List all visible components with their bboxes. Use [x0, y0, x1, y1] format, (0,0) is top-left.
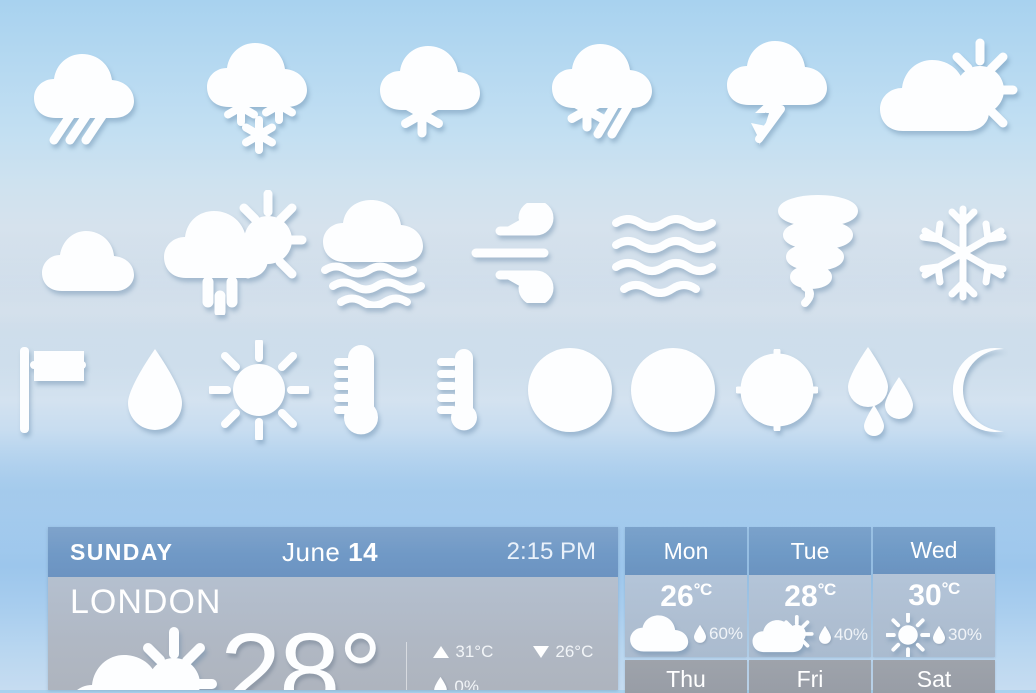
icon-row-3 [0, 325, 1036, 455]
forecast-temp-value-wed: 30 [908, 579, 942, 612]
cloud-light-snow-icon[interactable] [345, 10, 518, 180]
raindrops-icon[interactable] [829, 325, 933, 455]
forecast-cell-fri[interactable]: Fri [749, 660, 871, 693]
wind-icon[interactable] [455, 180, 600, 325]
forecast-cell-sat[interactable]: Sat [873, 660, 995, 693]
sun-icon [885, 613, 930, 657]
water-drop-icon [932, 625, 945, 644]
forecast-temp-mon: 26°C [625, 581, 747, 612]
water-drop-icon [434, 677, 448, 690]
forecast-pop-wed: 30% [947, 625, 983, 644]
current-temperature-value: 28 [220, 611, 340, 690]
forecast-day-mon: Mon [625, 527, 747, 575]
forecast-day-wed: Wed [873, 527, 995, 574]
forecast-temp-unit-wed: °C [941, 579, 961, 598]
current-low: 26°C [533, 642, 618, 662]
forecast-temp-unit-mon: °C [693, 580, 713, 599]
cloud-fog-icon[interactable] [310, 180, 455, 325]
forecast-bottom-tue: 40% [749, 614, 871, 656]
forecast-bottom-mon: 60% [625, 614, 747, 654]
thermometer-low-icon[interactable] [414, 325, 518, 455]
forecast-cell-mon[interactable]: Mon 26°C 60% [625, 527, 747, 657]
cloud-heavy-rain-icon[interactable] [0, 10, 173, 180]
forecast-temp-value-mon: 26 [660, 580, 694, 613]
water-drop-icon [818, 625, 831, 644]
current-date-month: June [281, 536, 341, 567]
wind-flag-icon[interactable] [0, 325, 104, 455]
current-body: 28° 31°C 26°C 0% [48, 618, 618, 690]
moon-icon[interactable] [932, 325, 1036, 455]
current-stats-row-precip: 0% [433, 676, 618, 690]
cloud-icon [630, 615, 689, 652]
forecast-cell-tue[interactable]: Tue 28°C 40% [749, 527, 871, 657]
current-low-label: 26°C [555, 642, 594, 662]
forecast-temp-unit-tue: °C [817, 580, 837, 599]
icon-row-2 [0, 180, 1036, 325]
cloud-sleet-icon[interactable] [518, 10, 691, 180]
current-stats-row-temps: 31°C 26°C [433, 642, 618, 662]
cloud-lightning-icon[interactable] [691, 10, 864, 180]
current-high: 31°C [433, 642, 525, 662]
current-precip: 0% [433, 676, 525, 690]
cloud-drizzle-sun-icon[interactable] [160, 180, 310, 325]
weather-icon-grid [0, 0, 1036, 455]
water-drop-icon[interactable] [104, 325, 208, 455]
forecast-pop-mon: 60% [708, 624, 744, 643]
current-conditions-panel: SUNDAY June 14 2:15 PM LONDON 28° 31°C 2… [48, 527, 618, 690]
forecast-day-tue: Tue [749, 527, 871, 575]
forecast-temp-tue: 28°C [749, 581, 871, 612]
icon-row-1 [0, 0, 1036, 180]
forecast-day-thu: Thu [666, 666, 706, 692]
triangle-up-icon [433, 646, 450, 659]
forecast-grid: Mon 26°C 60% Tue 28°C 40% Wed 30°C 30% T… [625, 527, 995, 693]
cloud-sun-icon[interactable] [863, 10, 1036, 180]
fog-icon[interactable] [600, 180, 745, 325]
forecast-cell-wed[interactable]: Wed 30°C 30% [873, 527, 995, 657]
weather-widget: SUNDAY June 14 2:15 PM LONDON 28° 31°C 2… [48, 527, 995, 693]
current-date-day: 14 [348, 536, 379, 567]
current-date: June 14 [153, 537, 506, 568]
current-precip-label: 0% [454, 676, 479, 690]
forecast-bottom-wed: 30% [873, 613, 995, 657]
fahrenheit-icon[interactable] [622, 325, 726, 455]
uv-index-icon[interactable] [207, 325, 311, 455]
cloud-moon-icon[interactable] [0, 180, 160, 325]
barometer-icon[interactable] [725, 325, 829, 455]
current-high-label: 31°C [455, 642, 494, 662]
thermometer-high-icon[interactable] [311, 325, 415, 455]
forecast-pop-tue: 40% [833, 625, 869, 644]
forecast-temp-value-tue: 28 [784, 580, 818, 613]
forecast-temp-wed: 30°C [873, 580, 995, 611]
current-time: 2:15 PM [506, 538, 596, 565]
current-header: SUNDAY June 14 2:15 PM [48, 527, 618, 577]
current-condition-icon [66, 626, 226, 690]
forecast-day-fri: Fri [796, 666, 824, 692]
current-temperature: 28° [220, 618, 382, 690]
water-drop-icon [693, 624, 706, 643]
current-stats: 31°C 26°C 0% [406, 642, 618, 690]
tornado-icon[interactable] [746, 180, 891, 325]
cloud-snow-icon[interactable] [173, 10, 346, 180]
cloud-sun-icon [752, 615, 814, 653]
current-temperature-degree: ° [338, 611, 382, 690]
snowflake-icon[interactable] [891, 180, 1036, 325]
forecast-cell-thu[interactable]: Thu [625, 660, 747, 693]
forecast-day-sat: Sat [916, 666, 952, 692]
celsius-icon[interactable] [518, 325, 622, 455]
triangle-down-icon [533, 646, 550, 659]
